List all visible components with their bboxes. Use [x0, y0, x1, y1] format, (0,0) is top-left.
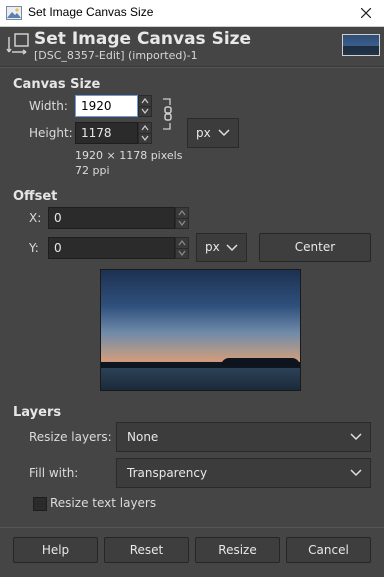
fill-with-select[interactable]: Transparency: [116, 458, 371, 488]
preview-water: [101, 368, 300, 390]
offset-y-label: Y:: [29, 241, 39, 255]
dialog-title: Set Image Canvas Size: [34, 29, 252, 49]
footer-divider: [0, 527, 384, 528]
fill-with-value: Transparency: [127, 466, 208, 480]
resize-button[interactable]: Resize: [195, 537, 280, 563]
decrement-icon[interactable]: [139, 133, 151, 143]
canvas-size-section-label: Canvas Size: [13, 77, 101, 92]
height-label: Height:: [29, 126, 73, 140]
chevron-down-icon: [218, 129, 230, 137]
offset-y-spinner[interactable]: [175, 237, 189, 259]
width-input[interactable]: 1920: [75, 95, 138, 117]
resize-layers-label: Resize layers:: [29, 430, 112, 444]
image-thumbnail: [342, 34, 380, 56]
height-spinner[interactable]: [138, 122, 152, 144]
canvas-preview[interactable]: [100, 269, 301, 391]
chain-link-icon[interactable]: [160, 97, 176, 131]
canvas-unit-value: px: [196, 126, 211, 140]
decrement-icon[interactable]: [139, 106, 151, 116]
window-title: Set Image Canvas Size: [28, 5, 154, 19]
layers-section-label: Layers: [13, 405, 62, 420]
offset-x-spinner[interactable]: [175, 207, 189, 229]
image-name: [DSC_8357-Edit] (imported)-1: [34, 49, 198, 62]
decrement-icon[interactable]: [176, 218, 188, 228]
offset-y-input[interactable]: 0: [48, 237, 175, 259]
center-button[interactable]: Center: [259, 233, 371, 262]
resize-layers-value: None: [127, 430, 159, 444]
resize-layers-select[interactable]: None: [116, 422, 371, 452]
offset-section-label: Offset: [13, 189, 58, 204]
width-label: Width:: [29, 99, 68, 113]
offset-unit-value: px: [205, 240, 220, 254]
header-divider: [0, 66, 384, 68]
canvas-unit-select[interactable]: px: [187, 118, 239, 148]
chevron-down-icon: [226, 243, 238, 251]
height-input[interactable]: 1178: [75, 122, 138, 144]
canvas-size-info: 1920 × 1178 pixels: [75, 149, 183, 162]
canvas-size-icon: [6, 33, 29, 55]
offset-x-input[interactable]: 0: [48, 207, 175, 229]
resize-text-layers-label[interactable]: Resize text layers: [50, 496, 156, 510]
chevron-down-icon: [350, 433, 362, 441]
window-titlebar: Set Image Canvas Size: [0, 0, 384, 27]
width-spinner[interactable]: [138, 95, 152, 117]
offset-unit-select[interactable]: px: [196, 233, 247, 262]
close-button[interactable]: [348, 0, 384, 26]
chevron-down-icon: [350, 469, 362, 477]
help-button[interactable]: Help: [13, 537, 98, 563]
close-icon: [360, 7, 372, 19]
fill-with-label: Fill with:: [29, 466, 79, 480]
app-icon: [6, 6, 22, 20]
resize-text-layers-checkbox[interactable]: [33, 497, 47, 511]
reset-button[interactable]: Reset: [104, 537, 189, 563]
offset-x-label: X:: [29, 211, 42, 225]
cancel-button[interactable]: Cancel: [286, 537, 371, 563]
preview-hill: [221, 358, 300, 366]
resolution-info: 72 ppi: [75, 164, 110, 177]
decrement-icon[interactable]: [176, 248, 188, 258]
